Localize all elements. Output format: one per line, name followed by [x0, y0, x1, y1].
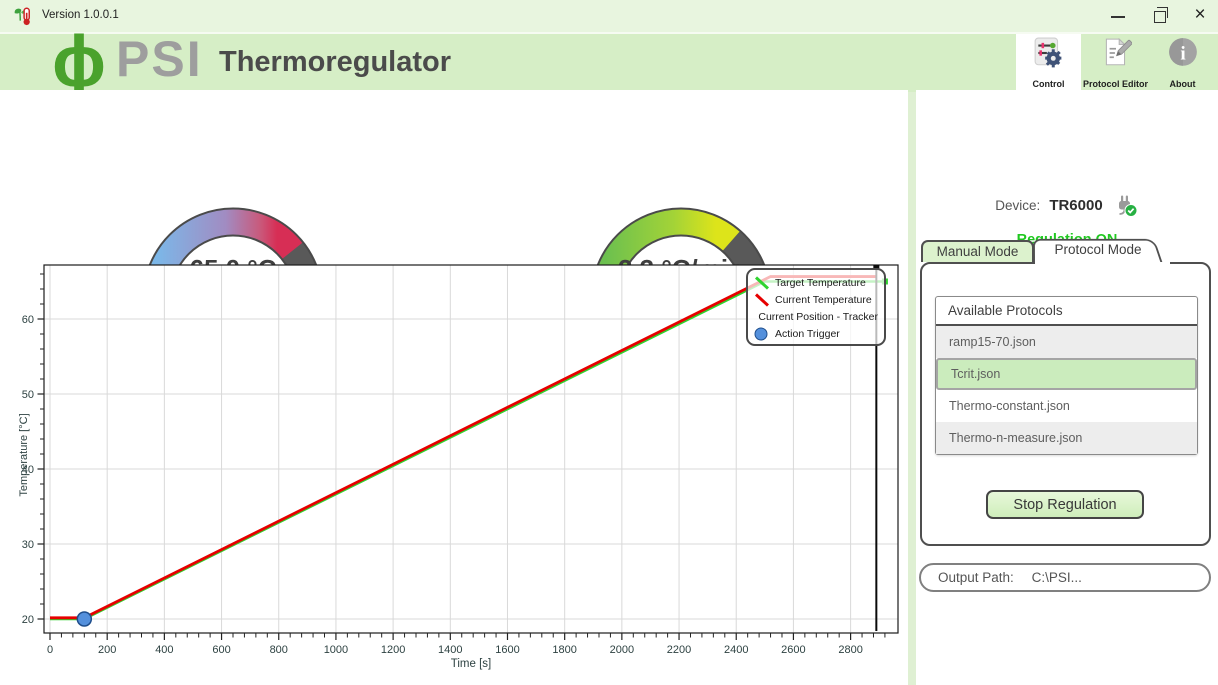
toolbar-control-label: Control [1016, 79, 1081, 89]
svg-text:1000: 1000 [324, 644, 348, 656]
device-connected-icon [1112, 193, 1139, 218]
svg-text:2800: 2800 [838, 644, 862, 656]
action-trigger-swatch-icon [754, 327, 771, 341]
toolbar-about-label: About [1150, 79, 1215, 89]
restore-icon [1154, 11, 1166, 23]
toolbar-control-button[interactable]: Control [1016, 34, 1081, 92]
page-title: Thermoregulator [160, 46, 510, 79]
control-gear-icon [1033, 37, 1065, 69]
legend-label: Target Temperature [775, 277, 866, 289]
legend-label: Current Temperature [775, 294, 872, 306]
legend-item-tracker: Current Position - Tracker [754, 308, 878, 325]
chart-legend: Target Temperature Current Temperature C… [746, 268, 886, 346]
protocol-list-item[interactable]: ramp15-70.json [936, 326, 1197, 358]
svg-text:50: 50 [22, 389, 34, 401]
svg-text:2600: 2600 [781, 644, 805, 656]
svg-text:2400: 2400 [724, 644, 748, 656]
legend-item-current: Current Temperature [754, 291, 878, 308]
tab-cover [1035, 262, 1170, 267]
close-button[interactable]: × [1180, 0, 1218, 32]
target-line-swatch-icon [754, 276, 771, 290]
about-icon: i [1167, 37, 1199, 69]
device-row: Device: TR6000 [916, 193, 1218, 218]
svg-text:1200: 1200 [381, 644, 405, 656]
available-protocols-header: Available Protocols [936, 297, 1197, 326]
svg-text:Time [s]: Time [s] [451, 658, 491, 670]
svg-text:400: 400 [155, 644, 173, 656]
tab-protocol-mode[interactable]: Protocol Mode [1033, 237, 1163, 264]
control-side-panel: Device: TR6000 Regulation ON Remaining T… [916, 90, 1218, 685]
output-path-label: Output Path: [938, 570, 1014, 585]
svg-text:Temperature [°C]: Temperature [°C] [18, 413, 30, 496]
svg-text:0: 0 [47, 644, 53, 656]
svg-text:200: 200 [98, 644, 116, 656]
svg-text:1800: 1800 [552, 644, 576, 656]
toolbar-protocol-editor-label: Protocol Editor [1083, 79, 1148, 89]
restore-button[interactable] [1140, 0, 1180, 32]
svg-text:20: 20 [22, 614, 34, 626]
protocol-list-item[interactable]: Thermo-constant.json [936, 390, 1197, 422]
minimize-button[interactable] [1098, 0, 1138, 32]
available-protocols-box: Available Protocols ramp15-70.json Tcrit… [935, 296, 1198, 455]
protocol-editor-icon [1100, 37, 1132, 69]
svg-text:60: 60 [22, 314, 34, 326]
legend-item-target: Target Temperature [754, 274, 878, 291]
tab-manual-mode[interactable]: Manual Mode [921, 240, 1034, 262]
svg-text:30: 30 [22, 539, 34, 551]
minimize-icon [1111, 16, 1125, 18]
main-content-card: 65.0 °C 10 °C 80 °C Current Temperature … [0, 90, 908, 685]
svg-text:600: 600 [212, 644, 230, 656]
stop-regulation-button[interactable]: Stop Regulation [986, 490, 1144, 519]
app-window: Version 1.0.0.1 × ϕ PSI Thermoregulator [0, 0, 1218, 685]
header: ϕ PSI Thermoregulator [0, 32, 1218, 92]
protocol-list-item-selected[interactable]: Tcrit.json [936, 358, 1197, 390]
legend-label: Current Position - Tracker [758, 311, 878, 323]
svg-text:1600: 1600 [495, 644, 519, 656]
tab-protocol-mode-label: Protocol Mode [1033, 237, 1163, 262]
output-path-field[interactable]: Output Path: C:\PSI... [919, 563, 1211, 592]
toolbar-protocol-editor-button[interactable]: Protocol Editor [1083, 34, 1148, 92]
device-name: TR6000 [1049, 197, 1102, 214]
legend-item-trigger: Action Trigger [754, 325, 878, 342]
toolbar-about-button[interactable]: i About [1150, 34, 1215, 92]
device-label: Device: [995, 198, 1040, 213]
version-label: Version 1.0.0.1 [42, 9, 119, 21]
app-icon [12, 5, 34, 27]
output-path-value: C:\PSI... [1032, 570, 1082, 585]
svg-text:2200: 2200 [667, 644, 691, 656]
protocol-mode-panel: Available Protocols ramp15-70.json Tcrit… [920, 262, 1211, 546]
svg-text:1400: 1400 [438, 644, 462, 656]
svg-text:2000: 2000 [610, 644, 634, 656]
current-line-swatch-icon [754, 293, 771, 307]
legend-label: Action Trigger [775, 328, 840, 340]
protocol-list-item[interactable]: Thermo-n-measure.json [936, 422, 1197, 454]
svg-text:i: i [1180, 43, 1186, 64]
svg-text:800: 800 [270, 644, 288, 656]
